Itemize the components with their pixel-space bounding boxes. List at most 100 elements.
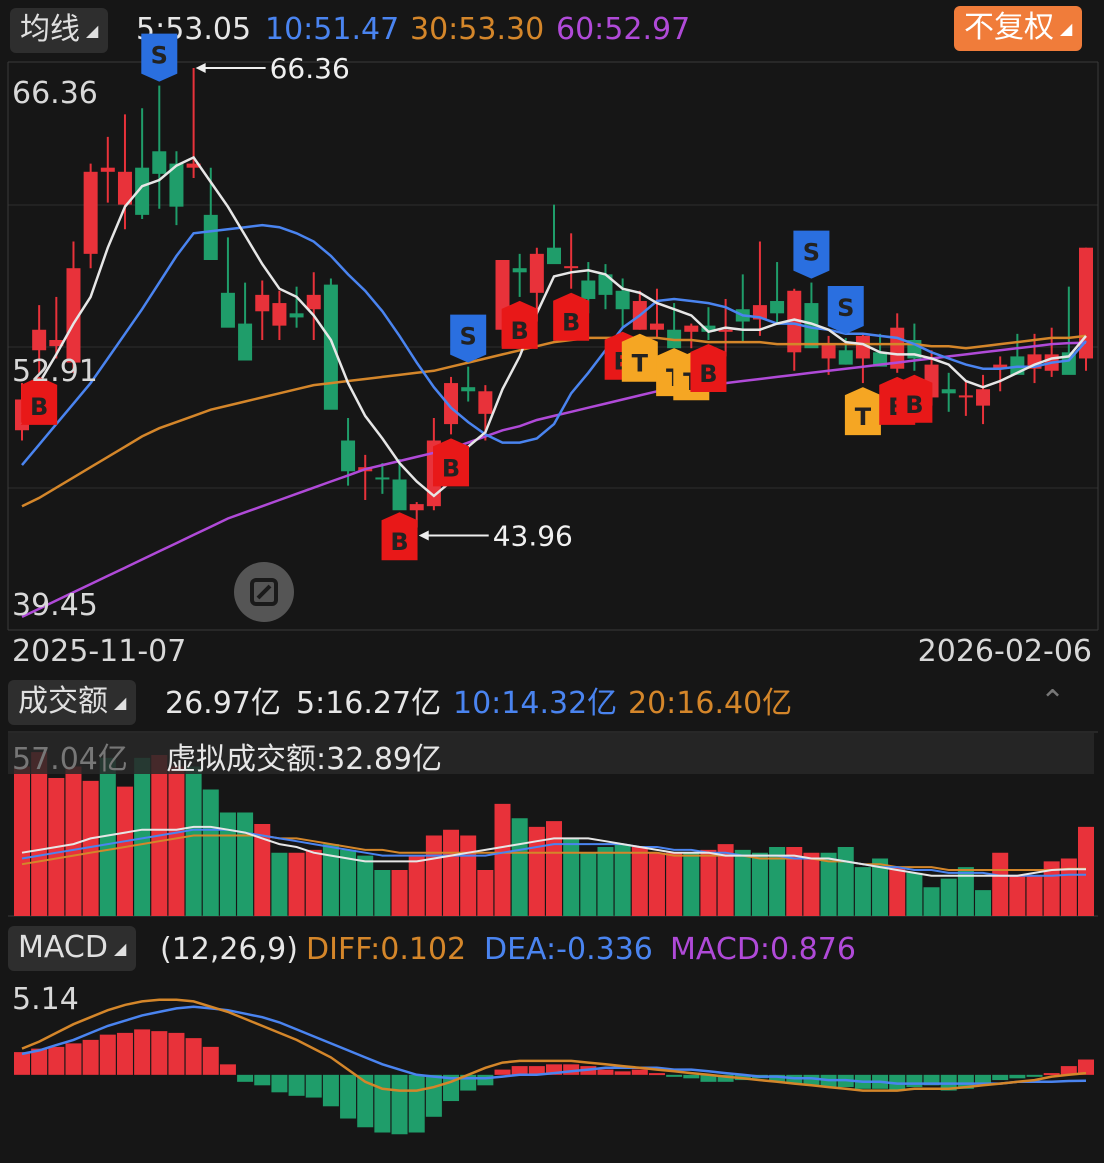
macd-selector[interactable]: MACD ◢ — [8, 926, 137, 971]
signal-badge-label: S — [460, 323, 477, 351]
signal-badge-label: S — [803, 239, 820, 267]
max-price-label: 66.36 — [270, 52, 350, 85]
macd-bar — [511, 1066, 528, 1075]
macd-bar — [391, 1074, 408, 1135]
volume-bar — [202, 789, 219, 916]
macd-bar — [1026, 1074, 1043, 1077]
signal-badge-label: B — [442, 454, 460, 482]
macd-bar — [374, 1074, 391, 1133]
candlestick-chart: 66.3643.96BSBBSBBBTTTBSSTBB — [7, 33, 1099, 631]
volume-bar — [305, 849, 322, 916]
macd-bar — [631, 1069, 648, 1075]
signal-b-badge: B — [896, 374, 933, 423]
candle-body — [941, 389, 956, 394]
candle — [855, 333, 870, 384]
candle-body — [306, 294, 321, 310]
volume-bar — [751, 852, 768, 916]
macd-axis-max: 5.14 — [12, 982, 79, 1017]
candle — [1079, 247, 1093, 371]
candle-body — [547, 247, 561, 265]
volume-bar — [631, 846, 648, 916]
volume-bar — [906, 872, 923, 916]
candle — [461, 366, 476, 402]
macd-bar — [134, 1029, 151, 1075]
macd-bar — [202, 1046, 219, 1075]
volume-bar — [700, 849, 717, 916]
candle — [306, 272, 321, 340]
volume-bar — [1078, 826, 1094, 916]
macd-selector-label: MACD — [18, 930, 108, 965]
signal-badge-label: B — [699, 360, 717, 388]
macd-chart — [14, 998, 1094, 1135]
candle-body — [512, 268, 527, 273]
candle — [272, 290, 287, 340]
candle — [770, 262, 785, 324]
candle-body — [238, 323, 253, 361]
volume-bar — [185, 766, 202, 916]
candle — [993, 356, 1008, 392]
macd-bar — [1009, 1074, 1026, 1079]
volume-selector[interactable]: 成交额 ◢ — [8, 680, 137, 725]
expand-button[interactable] — [234, 562, 294, 622]
volume-bar — [563, 838, 580, 916]
macd-bar — [99, 1034, 116, 1075]
macd-bar — [906, 1074, 923, 1088]
candle — [958, 381, 973, 416]
candle-body — [976, 389, 991, 406]
collapse-icon[interactable]: ⌃ — [1040, 684, 1065, 719]
macd-bar — [614, 1071, 631, 1075]
signal-s-badge: S — [141, 33, 178, 82]
volume-ma10: 10:14.32亿 — [453, 686, 618, 721]
macd-diff: DIFF:0.102 — [306, 932, 467, 967]
candle — [323, 278, 338, 410]
signal-badge-label: B — [511, 317, 529, 345]
macd-bar — [425, 1074, 442, 1117]
volume-bar — [854, 867, 871, 916]
macd-value: MACD:0.876 — [670, 932, 856, 967]
candle — [804, 282, 819, 349]
signal-t-badge: T — [621, 333, 658, 382]
macd-bar — [288, 1074, 305, 1096]
candle — [238, 282, 253, 361]
price-mid-label: 52.91 — [12, 354, 98, 389]
signal-badge-label: B — [390, 528, 408, 556]
volume-bar — [940, 878, 957, 916]
macd-bar — [65, 1043, 82, 1075]
candle — [684, 323, 699, 349]
candle-body — [564, 266, 579, 269]
candle-body — [649, 323, 664, 330]
candle-body — [32, 329, 47, 351]
macd-bar — [340, 1074, 357, 1119]
macd-bar — [648, 1073, 665, 1076]
candle-body — [615, 290, 630, 310]
volume-bar — [494, 803, 511, 916]
volume-bar — [374, 869, 391, 916]
candle — [598, 264, 613, 310]
volume-bar — [614, 844, 631, 916]
price-high-label: 66.36 — [12, 76, 98, 111]
candle — [255, 280, 270, 340]
signal-b-badge: B — [501, 300, 538, 349]
macd-bar — [237, 1074, 254, 1082]
min-arrow — [418, 530, 429, 541]
candle — [152, 85, 167, 209]
macd-bar — [975, 1074, 992, 1084]
volume-bar — [1009, 875, 1026, 916]
macd-bar — [322, 1074, 339, 1107]
signal-b-badge: B — [381, 512, 418, 561]
candle-body — [581, 280, 596, 299]
candle-body — [478, 391, 493, 414]
signal-b-badge: B — [433, 438, 470, 487]
volume-bar — [597, 846, 614, 916]
volume-bar — [443, 829, 460, 916]
volume-bar — [1060, 858, 1077, 916]
volume-bar — [734, 849, 751, 916]
volume-bar — [168, 766, 185, 916]
date-start-label: 2025-11-07 — [12, 634, 187, 669]
volume-bar — [271, 852, 288, 916]
signal-badge-label: B — [562, 309, 580, 337]
candle — [512, 253, 527, 297]
candle-body — [409, 504, 424, 511]
candle-body — [152, 151, 167, 174]
signal-badge-label: T — [632, 350, 649, 378]
